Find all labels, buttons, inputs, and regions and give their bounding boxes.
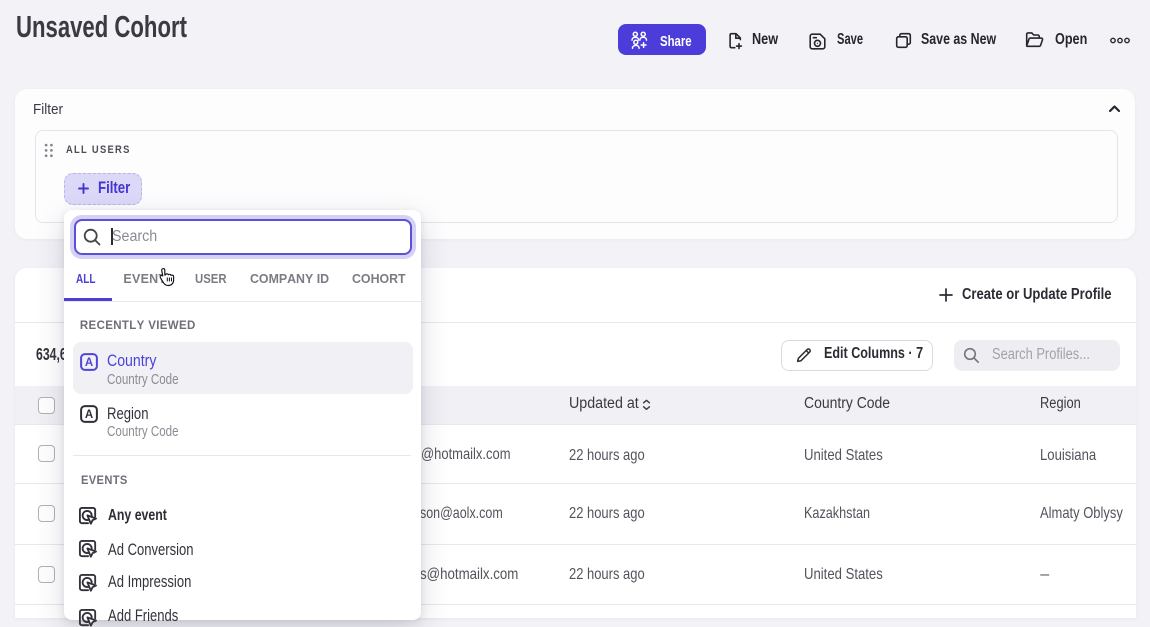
svg-text:A: A bbox=[84, 357, 92, 369]
svg-text:A: A bbox=[84, 409, 92, 421]
